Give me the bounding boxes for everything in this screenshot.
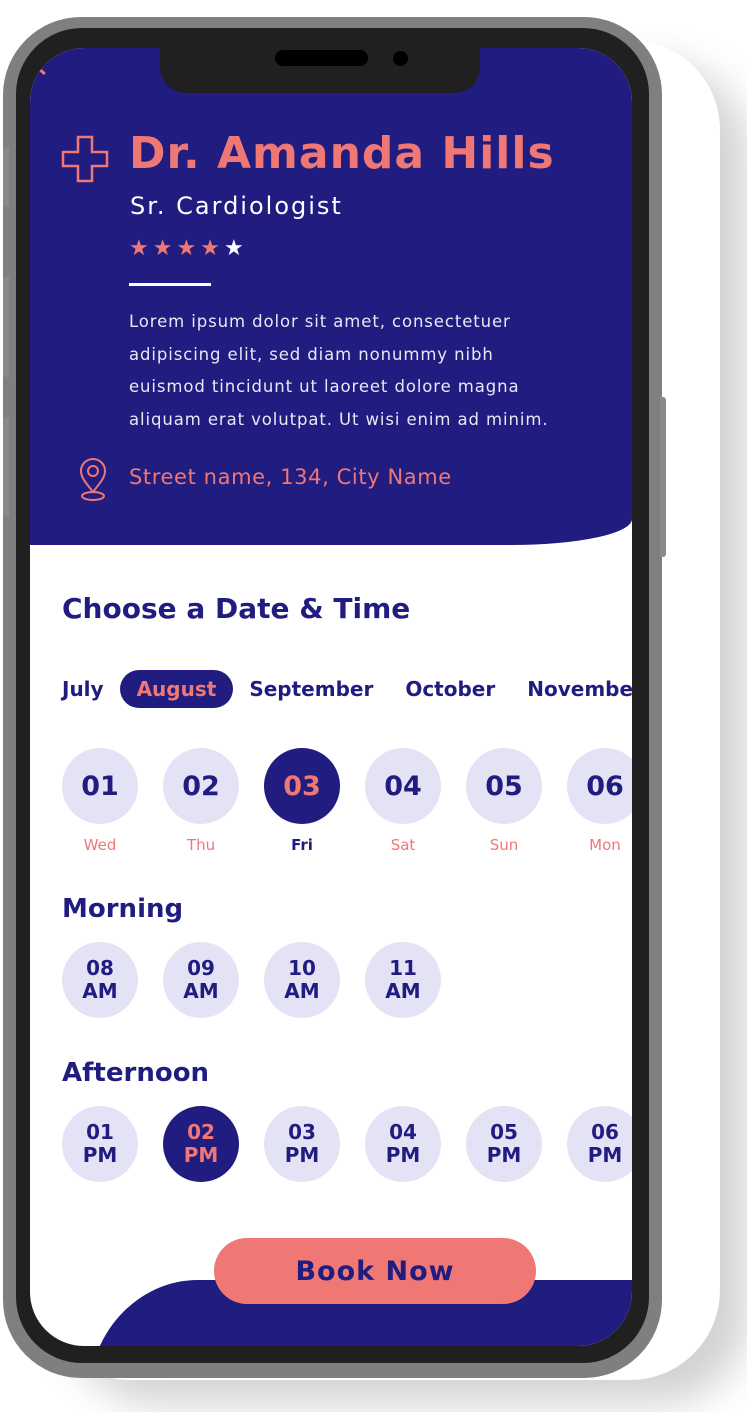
weekday-label: Wed xyxy=(83,836,117,854)
slot-period: AM xyxy=(82,979,118,1003)
slot-hour: 11 xyxy=(389,956,417,980)
speaker-grille xyxy=(275,50,368,66)
morning-slots: 08 AM 09 AM 10 AM 11 AM xyxy=(62,942,466,1018)
front-camera xyxy=(393,51,408,66)
slot-hour: 06 xyxy=(591,1120,619,1144)
star-filled-icon: ★ xyxy=(129,235,149,260)
slot-hour: 02 xyxy=(187,1120,215,1144)
side-button xyxy=(3,277,9,377)
date-number: 02 xyxy=(182,770,220,802)
star-filled-icon: ★ xyxy=(152,235,173,260)
star-filled-icon: ★ xyxy=(200,235,220,260)
slot-period: PM xyxy=(486,1143,522,1167)
slot-period: PM xyxy=(284,1143,320,1167)
morning-heading: Morning xyxy=(62,894,184,924)
date-option[interactable]: 03 Fri xyxy=(264,748,365,854)
month-tab-july[interactable]: July xyxy=(62,670,104,708)
header-divider xyxy=(129,283,211,286)
date-number: 01 xyxy=(81,770,119,802)
bio-line: aliquam erat volutpat. Ut wisi enim ad m… xyxy=(129,409,549,429)
map-pin-icon xyxy=(79,458,107,501)
weekday-label: Mon xyxy=(589,836,621,854)
month-tab-september[interactable]: September xyxy=(249,670,373,708)
star-empty-icon: ★ xyxy=(223,235,244,260)
slot-hour: 01 xyxy=(86,1120,114,1144)
date-number: 05 xyxy=(485,770,523,802)
bio-line: Lorem ipsum dolor sit amet, consectetuer xyxy=(129,312,511,331)
weekday-label: Thu xyxy=(186,836,216,854)
rating-stars: ★ ★ ★ ★ ★ xyxy=(129,236,244,260)
app-screen: Dr. Amanda Hills Sr. Cardiologist ★ ★ ★ ★ ★ … xyxy=(30,48,632,1346)
doctor-profile-header: Dr. Amanda Hills Sr. Cardiologist ★ ★ ★ ★ ★ … xyxy=(30,48,632,545)
time-slot-02-pm[interactable]: 02 PM xyxy=(163,1106,239,1182)
slot-period: PM xyxy=(587,1143,623,1167)
slot-period: PM xyxy=(82,1143,118,1167)
date-option[interactable]: 05 Sun xyxy=(466,748,567,854)
month-tab-august[interactable]: August xyxy=(119,670,234,708)
side-button xyxy=(660,397,666,557)
date-circle[interactable]: 05 xyxy=(466,748,542,824)
slot-hour: 09 xyxy=(187,956,215,980)
time-slot-01-pm[interactable]: 01 PM xyxy=(62,1106,138,1182)
slot-hour: 08 xyxy=(86,956,114,980)
date-option[interactable]: 04 Sat xyxy=(365,748,466,854)
phone-notch xyxy=(160,48,480,93)
weekday-label: Sat xyxy=(390,836,416,854)
date-circle[interactable]: 01 xyxy=(62,748,138,824)
doctor-bio: Lorem ipsum dolor sit amet, consectetuer… xyxy=(129,306,609,436)
time-slot-05-pm[interactable]: 05 PM xyxy=(466,1106,542,1182)
weekday-label: Fri xyxy=(291,836,313,854)
time-slot-08-am[interactable]: 08 AM xyxy=(62,942,138,1018)
date-circle[interactable]: 02 xyxy=(163,748,239,824)
time-slot-04-pm[interactable]: 04 PM xyxy=(365,1106,441,1182)
time-slot-09-am[interactable]: 09 AM xyxy=(163,942,239,1018)
afternoon-heading: Afternoon xyxy=(62,1058,210,1088)
bio-line: adipiscing elit, sed diam nonummy nibh xyxy=(129,344,494,364)
date-option[interactable]: 01 Wed xyxy=(62,748,163,854)
date-option[interactable]: 02 Thu xyxy=(163,748,264,854)
time-slot-06-pm[interactable]: 06 PM xyxy=(567,1106,632,1182)
date-selector: 01 Wed 02 Thu 03 Fri 04 Sat 05 Sun 06 Mon xyxy=(62,748,632,854)
slot-period: AM xyxy=(385,979,421,1003)
afternoon-slots: 01 PM 02 PM 03 PM 04 PM 05 PM 06 PM xyxy=(62,1106,632,1182)
date-circle[interactable]: 04 xyxy=(365,748,441,824)
clinic-address[interactable]: Street name, 134, City Name xyxy=(129,465,452,489)
month-selector: July August September October November xyxy=(62,670,632,708)
slot-period: AM xyxy=(183,979,219,1003)
slot-hour: 03 xyxy=(288,1120,316,1144)
weekday-label: Sun xyxy=(489,836,519,854)
slot-period: PM xyxy=(183,1143,219,1167)
bio-line: euismod tincidunt ut laoreet dolore magn… xyxy=(129,377,520,396)
date-number: 04 xyxy=(384,770,422,802)
slot-period: AM xyxy=(284,979,320,1003)
time-slot-11-am[interactable]: 11 AM xyxy=(365,942,441,1018)
choose-date-heading: Choose a Date & Time xyxy=(62,592,411,625)
book-now-button[interactable]: Book Now xyxy=(214,1238,536,1304)
month-tab-november[interactable]: November xyxy=(527,670,632,708)
side-button xyxy=(3,417,9,517)
date-option[interactable]: 06 Mon xyxy=(567,748,632,854)
date-number: 03 xyxy=(283,770,321,802)
doctor-specialty: Sr. Cardiologist xyxy=(130,192,343,220)
slot-hour: 10 xyxy=(288,956,316,980)
date-circle[interactable]: 03 xyxy=(264,748,340,824)
star-filled-icon: ★ xyxy=(176,235,197,260)
doctor-name: Dr. Amanda Hills xyxy=(129,128,555,179)
date-circle[interactable]: 06 xyxy=(567,748,632,824)
decorative-mark xyxy=(37,67,47,76)
slot-hour: 05 xyxy=(490,1120,518,1144)
side-button xyxy=(3,147,9,207)
time-slot-10-am[interactable]: 10 AM xyxy=(264,942,340,1018)
month-tab-october[interactable]: October xyxy=(405,670,495,708)
medical-cross-icon xyxy=(61,135,109,183)
slot-period: PM xyxy=(385,1143,421,1167)
date-number: 06 xyxy=(586,770,624,802)
time-slot-03-pm[interactable]: 03 PM xyxy=(264,1106,340,1182)
slot-hour: 04 xyxy=(389,1120,417,1144)
